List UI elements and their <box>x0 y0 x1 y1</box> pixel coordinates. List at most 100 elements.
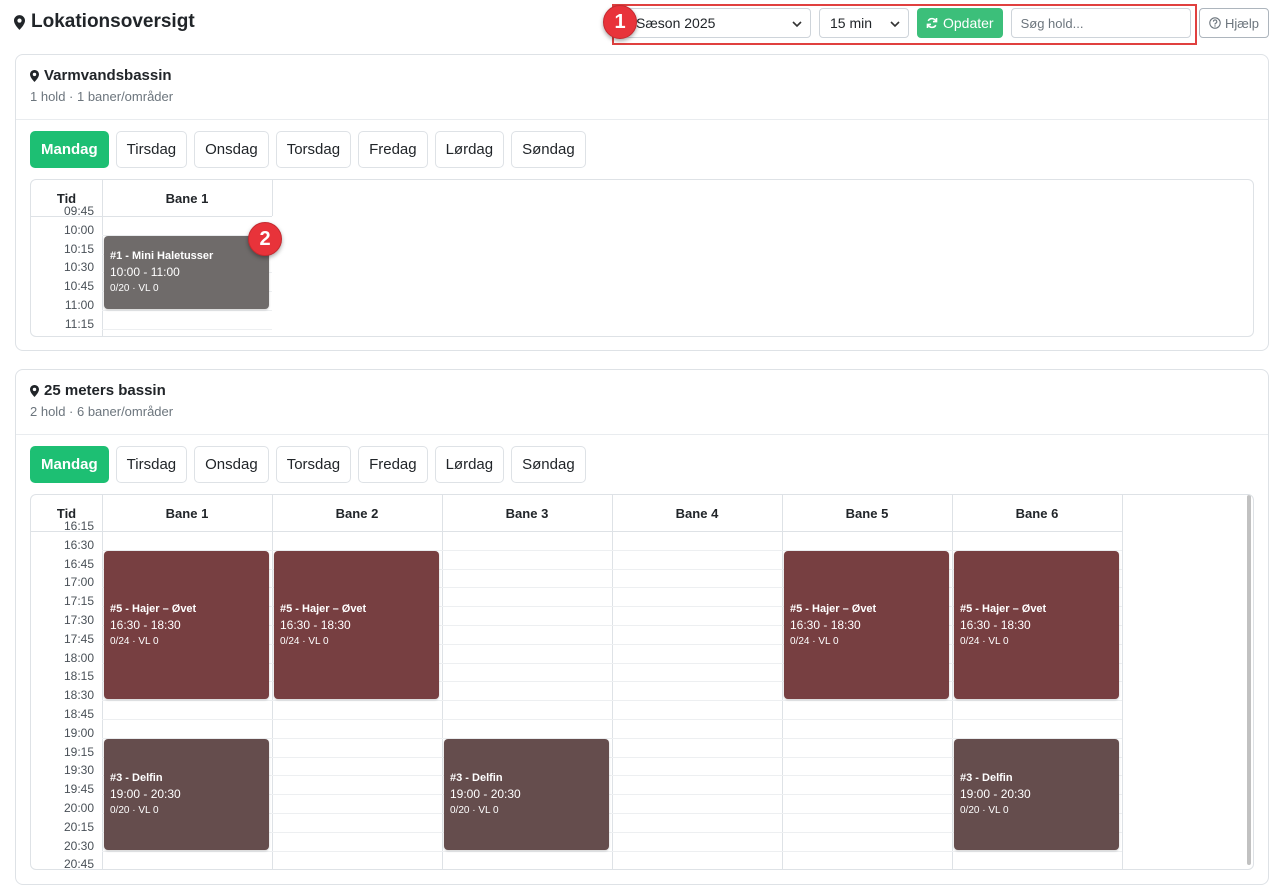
event-time: 10:00 - 11:00 <box>110 265 180 280</box>
day-tab-mandag[interactable]: Mandag <box>30 446 109 483</box>
time-tick: 10:30 <box>63 260 94 275</box>
map-pin-icon <box>14 14 25 30</box>
help-button-label: Hjælp <box>1225 15 1259 31</box>
time-tick: 17:45 <box>63 631 94 646</box>
time-tick: 20:45 <box>63 857 94 870</box>
day-tab-fredag[interactable]: Fredag <box>358 446 428 483</box>
lane-header: Bane 1 <box>165 505 209 521</box>
interval-select[interactable]: 15 min <box>819 8 909 38</box>
event-block[interactable]: #5 - Hajer – Øvet 16:30 - 18:30 0/24 · VL … <box>954 550 1119 700</box>
time-tick: 20:30 <box>63 838 94 853</box>
time-tick: 10:15 <box>63 241 94 256</box>
event-title: #5 - Hajer – Øvet <box>110 602 197 615</box>
event-time: 19:00 - 20:30 <box>110 787 181 802</box>
search-input[interactable] <box>1010 8 1191 38</box>
day-tab-lørdag[interactable]: Lørdag <box>434 446 505 483</box>
header-mask <box>31 495 102 531</box>
event-block[interactable]: #3 - Delfin 19:00 - 20:30 0/20 · VL 0 <box>954 738 1119 850</box>
lane-header: Bane 6 <box>1015 505 1059 521</box>
time-tick: 19:45 <box>63 782 94 797</box>
header-mask <box>31 180 102 216</box>
day-tab-tirsdag[interactable]: Tirsdag <box>115 446 188 483</box>
day-tab-søndag[interactable]: Søndag <box>511 446 586 483</box>
time-tick: 19:15 <box>63 744 94 759</box>
event-title: #3 - Delfin <box>110 772 163 785</box>
event-block[interactable]: #1 - Mini Haletusser 10:00 - 11:00 0/20 · … <box>104 235 269 309</box>
event-block[interactable]: #5 - Hajer – Øvet 16:30 - 18:30 0/24 · VL … <box>784 550 949 700</box>
season-select-value: Sæson 2025 <box>636 15 716 31</box>
chevron-down-icon <box>890 21 900 28</box>
help-button[interactable]: Hjælp <box>1199 8 1269 38</box>
location-card-varmvandsbassin: Varmvandsbassin 1 hold · 1 baner/områder… <box>15 54 1269 351</box>
location-header: Varmvandsbassin 1 hold · 1 baner/områder <box>16 55 1268 120</box>
event-capacity: 0/20 · VL 0 <box>450 805 499 817</box>
row-line <box>102 310 272 311</box>
time-tick: 18:30 <box>63 688 94 703</box>
page-title-text: Lokationsoversigt <box>31 11 195 32</box>
time-tick: 18:15 <box>63 669 94 684</box>
time-tick: 20:15 <box>63 819 94 834</box>
day-tab-torsdag[interactable]: Torsdag <box>275 446 352 483</box>
time-tick: 18:45 <box>63 707 94 721</box>
event-capacity: 0/24 · VL 0 <box>960 635 1009 647</box>
event-time: 16:30 - 18:30 <box>280 617 351 632</box>
day-tab-lørdag[interactable]: Lørdag <box>434 131 505 168</box>
lane-header: Bane 1 <box>165 190 209 206</box>
row-line <box>102 328 272 330</box>
day-tab-onsdag[interactable]: Onsdag <box>194 131 269 168</box>
event-block[interactable]: #3 - Delfin 19:00 - 20:30 0/20 · VL 0 <box>104 738 269 850</box>
time-tick: 16:30 <box>63 537 94 552</box>
day-tab-tirsdag[interactable]: Tirsdag <box>115 131 188 168</box>
event-block[interactable]: #3 - Delfin 19:00 - 20:30 0/20 · VL 0 <box>444 738 609 850</box>
event-capacity: 0/24 · VL 0 <box>280 635 329 647</box>
row-line <box>102 850 1122 852</box>
row-line <box>102 719 1122 720</box>
event-time: 16:30 - 18:30 <box>790 617 861 632</box>
lane-header: Bane 5 <box>845 505 889 521</box>
time-tick: 11:00 <box>64 298 94 312</box>
season-select[interactable]: Sæson 2025 <box>625 8 811 38</box>
question-circle-icon <box>1209 17 1221 29</box>
day-tab-mandag[interactable]: Mandag <box>30 131 109 168</box>
time-tick: 16:45 <box>63 556 94 571</box>
time-tick: 20:00 <box>63 801 94 815</box>
event-capacity: 0/24 · VL 0 <box>790 635 839 647</box>
location-name: 25 meters bassin <box>44 382 166 399</box>
map-pin-icon <box>30 69 39 82</box>
row-line <box>102 700 1122 702</box>
lane-header: Bane 4 <box>675 505 719 521</box>
schedule-grid: Tid Bane 1 09:45 10:00 10:15 10:30 10:45 11:00 1… <box>30 179 1254 337</box>
time-tick: 10:45 <box>63 279 94 294</box>
lane-divider <box>1122 495 1123 869</box>
map-pin-icon <box>30 384 39 397</box>
schedule-grid: Tid Bane 1 Bane 2 Bane 3 Bane 4 Bane 5 Bane 61… <box>30 494 1254 870</box>
day-tab-søndag[interactable]: Søndag <box>511 131 586 168</box>
event-title: #3 - Delfin <box>450 772 503 785</box>
chevron-down-icon <box>792 21 802 28</box>
event-capacity: 0/20 · VL 0 <box>960 805 1009 817</box>
event-title: #3 - Delfin <box>960 772 1013 785</box>
day-tabs: Mandag Tirsdag Onsdag Torsdag Fredag Lørdag Sø… <box>30 446 586 483</box>
day-tab-torsdag[interactable]: Torsdag <box>275 131 352 168</box>
step-marker-2: 2 <box>248 222 282 256</box>
day-tab-onsdag[interactable]: Onsdag <box>194 446 269 483</box>
event-block[interactable]: #5 - Hajer – Øvet 16:30 - 18:30 0/24 · VL … <box>104 550 269 700</box>
lane-divider <box>102 180 103 336</box>
location-header: 25 meters bassin 2 hold · 6 baner/område… <box>16 370 1268 435</box>
header-divider <box>31 531 1122 532</box>
event-title: #1 - Mini Haletusser <box>110 250 214 263</box>
day-tabs: Mandag Tirsdag Onsdag Torsdag Fredag Lørdag Sø… <box>30 131 586 168</box>
event-block[interactable]: #5 - Hajer – Øvet 16:30 - 18:30 0/24 · VL … <box>274 550 439 700</box>
update-button[interactable]: Opdater <box>917 8 1003 38</box>
time-tick: 18:00 <box>63 650 94 665</box>
event-capacity: 0/20 · VL 0 <box>110 283 159 295</box>
lane-header: Bane 3 <box>505 505 549 521</box>
event-time: 19:00 - 20:30 <box>960 787 1031 802</box>
time-tick: 17:15 <box>63 594 94 609</box>
vertical-scrollbar[interactable] <box>1247 495 1251 865</box>
time-tick: 19:30 <box>63 763 94 778</box>
day-tab-fredag[interactable]: Fredag <box>358 131 428 168</box>
row-line <box>102 869 1122 870</box>
location-card-25-meters-bassin: 25 meters bassin 2 hold · 6 baner/område… <box>15 369 1269 885</box>
page-title: Lokationsoversigt <box>14 11 195 33</box>
